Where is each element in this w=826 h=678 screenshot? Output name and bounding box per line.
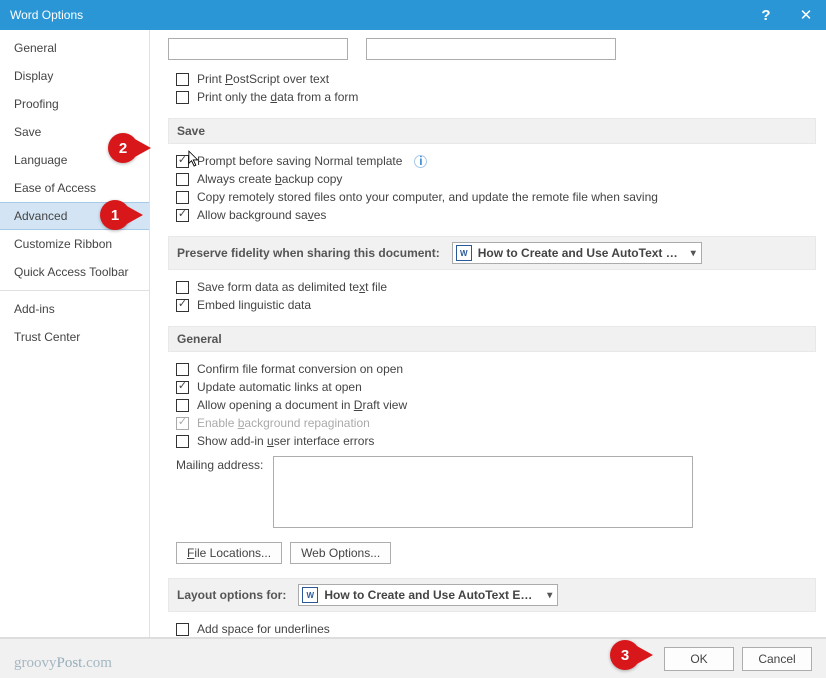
preserve-fidelity-dropdown-value: How to Create and Use AutoText Entrie... (478, 246, 683, 260)
copy-remote-row[interactable]: Copy remotely stored files onto your com… (168, 188, 816, 206)
titlebar: Word Options ? ✕ (0, 0, 826, 30)
main-panel: Print PostScript over text Print only th… (150, 30, 826, 637)
bg-repagination-checkbox (176, 417, 189, 430)
allow-draft-row[interactable]: Allow opening a document in Draft view (168, 396, 816, 414)
save-form-data-row[interactable]: Save form data as delimited text file (168, 278, 816, 296)
print-postscript-checkbox[interactable] (176, 73, 189, 86)
print-only-data-checkbox[interactable] (176, 91, 189, 104)
sidebar-item-quick-access-toolbar[interactable]: Quick Access Toolbar (0, 258, 149, 286)
print-postscript-row[interactable]: Print PostScript over text (168, 70, 816, 88)
confirm-conversion-checkbox[interactable] (176, 363, 189, 376)
save-section-header: Save (168, 118, 816, 144)
sidebar-item-ease-of-access[interactable]: Ease of Access (0, 174, 149, 202)
backup-copy-label: Always create backup copy (197, 172, 342, 186)
prompt-normal-template-row[interactable]: Prompt before saving Normal template i (168, 152, 816, 170)
word-document-icon: W (302, 587, 318, 603)
allow-bg-saves-row[interactable]: Allow background saves (168, 206, 816, 224)
web-options-button[interactable]: Web Options... (290, 542, 391, 564)
dialog-body: General Display Proofing Save Language E… (0, 30, 826, 638)
sidebar-separator (0, 290, 149, 291)
word-document-icon: W (456, 245, 472, 261)
allow-bg-saves-label: Allow background saves (197, 208, 326, 222)
general-buttons-row: File Locations... Web Options... (168, 530, 816, 566)
sidebar-item-advanced[interactable]: Advanced (0, 202, 149, 230)
bg-repagination-row: Enable background repagination (168, 414, 816, 432)
confirm-conversion-row[interactable]: Confirm file format conversion on open (168, 360, 816, 378)
sidebar-item-add-ins[interactable]: Add-ins (0, 295, 149, 323)
confirm-conversion-label: Confirm file format conversion on open (197, 362, 403, 376)
file-locations-button[interactable]: File Locations... (176, 542, 282, 564)
sidebar: General Display Proofing Save Language E… (0, 30, 150, 637)
addin-errors-row[interactable]: Show add-in user interface errors (168, 432, 816, 450)
layout-options-label: Layout options for: (177, 588, 286, 602)
preserve-fidelity-document-dropdown[interactable]: W How to Create and Use AutoText Entrie.… (452, 242, 702, 264)
close-button[interactable]: ✕ (786, 0, 826, 30)
sidebar-item-customize-ribbon[interactable]: Customize Ribbon (0, 230, 149, 258)
copy-remote-checkbox[interactable] (176, 191, 189, 204)
partial-top-row (168, 38, 816, 60)
help-button[interactable]: ? (746, 0, 786, 30)
general-section-header: General (168, 326, 816, 352)
add-space-underlines-checkbox[interactable] (176, 623, 189, 636)
addin-errors-checkbox[interactable] (176, 435, 189, 448)
sidebar-item-display[interactable]: Display (0, 62, 149, 90)
preserve-fidelity-label: Preserve fidelity when sharing this docu… (177, 246, 440, 260)
chevron-down-icon: ▾ (689, 248, 698, 259)
allow-draft-label: Allow opening a document in Draft view (197, 398, 407, 412)
allow-bg-saves-checkbox[interactable] (176, 209, 189, 222)
addin-errors-label: Show add-in user interface errors (197, 434, 374, 448)
update-links-checkbox[interactable] (176, 381, 189, 394)
sidebar-item-general[interactable]: General (0, 34, 149, 62)
save-form-data-checkbox[interactable] (176, 281, 189, 294)
mailing-address-row: Mailing address: (168, 454, 816, 530)
embed-linguistic-row[interactable]: Embed linguistic data (168, 296, 816, 314)
sidebar-item-language[interactable]: Language (0, 146, 149, 174)
layout-options-header: Layout options for: W How to Create and … (168, 578, 816, 612)
prompt-normal-template-label: Prompt before saving Normal template (197, 154, 402, 168)
mailing-address-label: Mailing address: (176, 456, 263, 472)
cancel-button[interactable]: Cancel (742, 647, 812, 671)
backup-copy-row[interactable]: Always create backup copy (168, 170, 816, 188)
print-postscript-label: Print PostScript over text (197, 72, 329, 86)
sidebar-item-save[interactable]: Save (0, 118, 149, 146)
web-options-label: Web Options... (301, 546, 380, 560)
scroll-pane[interactable]: Print PostScript over text Print only th… (150, 30, 826, 637)
copy-remote-label: Copy remotely stored files onto your com… (197, 190, 658, 204)
print-only-data-label: Print only the data from a form (197, 90, 358, 104)
save-form-data-label: Save form data as delimited text file (197, 280, 387, 294)
embed-linguistic-checkbox[interactable] (176, 299, 189, 312)
layout-options-dropdown-value: How to Create and Use AutoText Entrie... (324, 588, 539, 602)
update-links-row[interactable]: Update automatic links at open (168, 378, 816, 396)
prompt-normal-template-checkbox[interactable] (176, 155, 189, 168)
embed-linguistic-label: Embed linguistic data (197, 298, 311, 312)
info-icon[interactable]: i (414, 155, 427, 168)
layout-options-document-dropdown[interactable]: W How to Create and Use AutoText Entrie.… (298, 584, 558, 606)
mailing-address-textarea[interactable] (273, 456, 693, 528)
add-space-underlines-label: Add space for underlines (197, 622, 330, 636)
chevron-down-icon: ▾ (545, 590, 554, 601)
preserve-fidelity-header: Preserve fidelity when sharing this docu… (168, 236, 816, 270)
partial-field-1[interactable] (168, 38, 348, 60)
update-links-label: Update automatic links at open (197, 380, 362, 394)
add-space-underlines-row[interactable]: Add space for underlines (168, 620, 816, 637)
sidebar-item-trust-center[interactable]: Trust Center (0, 323, 149, 351)
file-locations-label: ile Locations... (194, 546, 271, 560)
bg-repagination-label: Enable background repagination (197, 416, 370, 430)
dialog-button-bar: OK Cancel (0, 638, 826, 678)
allow-draft-checkbox[interactable] (176, 399, 189, 412)
backup-copy-checkbox[interactable] (176, 173, 189, 186)
partial-field-2[interactable] (366, 38, 616, 60)
sidebar-item-proofing[interactable]: Proofing (0, 90, 149, 118)
window-title: Word Options (10, 8, 746, 22)
print-only-data-row[interactable]: Print only the data from a form (168, 88, 816, 106)
ok-button[interactable]: OK (664, 647, 734, 671)
